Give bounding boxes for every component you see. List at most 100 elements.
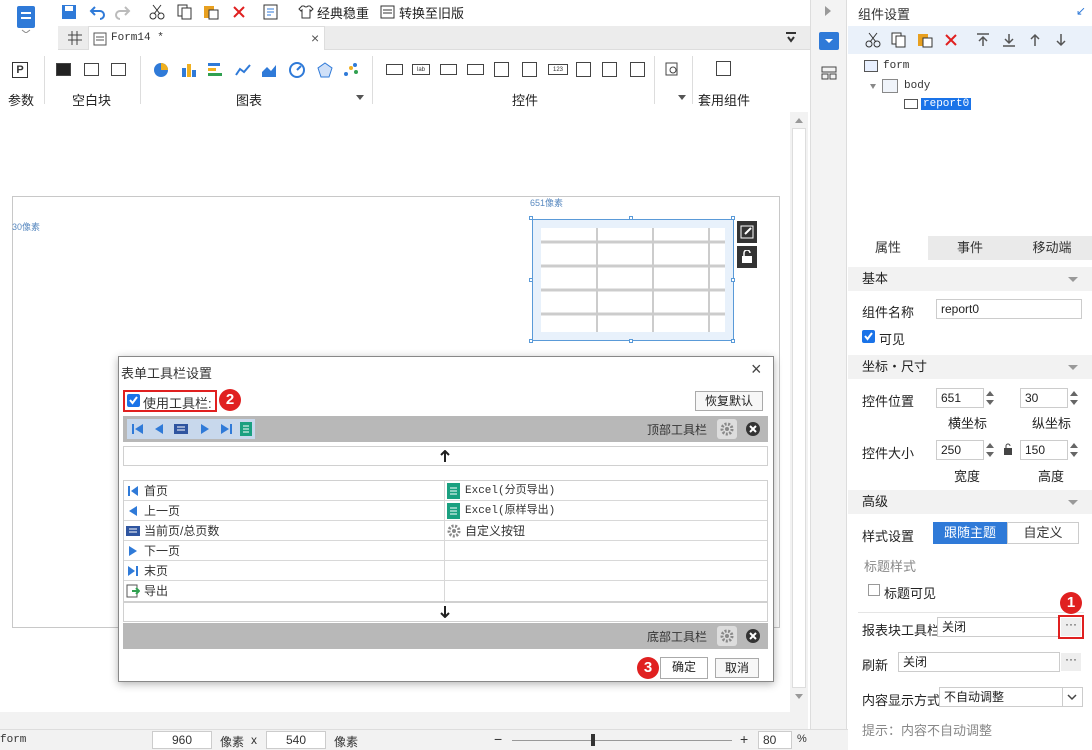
style-follow-theme-button[interactable]: 跟随主题	[933, 522, 1007, 544]
delete-icon[interactable]	[230, 3, 248, 21]
resize-handle[interactable]	[529, 339, 533, 343]
report-toolbar-edit-button[interactable]: ···	[1061, 618, 1081, 636]
list-item-prev-page[interactable]: 上一页	[124, 501, 444, 521]
controls-expand-icon[interactable]	[678, 95, 686, 100]
resize-handle[interactable]	[529, 278, 533, 282]
bar-chart-icon[interactable]	[180, 61, 198, 79]
report-widget[interactable]	[532, 219, 734, 341]
pin-icon[interactable]: ↙	[1076, 4, 1086, 18]
list-item-last-page[interactable]: 末页	[124, 561, 444, 581]
canvas-width-input[interactable]: 960	[152, 731, 212, 749]
list-item-custom-button[interactable]: 自定义按钮	[445, 521, 767, 541]
list-item-next-page[interactable]: 下一页	[124, 541, 444, 561]
tree-node-report0[interactable]: report0	[921, 98, 972, 110]
checkbox-group-icon[interactable]	[630, 62, 645, 77]
refresh-edit-button[interactable]: ···	[1061, 653, 1081, 671]
query-widget-icon[interactable]	[664, 61, 680, 77]
combo-widget-icon[interactable]	[467, 64, 484, 75]
section-basic[interactable]: 基本	[848, 267, 1092, 291]
save-icon[interactable]	[60, 3, 78, 21]
blank-block-grid-icon[interactable]	[111, 63, 126, 76]
move-up-row[interactable]	[123, 446, 768, 466]
bottom-toolbar-settings-icon[interactable]	[717, 626, 737, 646]
label-widget-icon[interactable]: lab	[412, 64, 430, 75]
cut-icon[interactable]	[148, 3, 166, 21]
zoom-input[interactable]: 80	[758, 731, 792, 749]
width-spinner[interactable]	[984, 440, 997, 460]
title-visible-checkbox[interactable]	[868, 584, 880, 596]
move-down-icon[interactable]	[1052, 31, 1070, 49]
section-coords[interactable]: 坐标・尺寸	[848, 355, 1092, 379]
copy-icon[interactable]	[176, 3, 194, 21]
edit-doc-icon[interactable]	[262, 3, 280, 21]
move-top-icon[interactable]	[974, 31, 992, 49]
delete-icon[interactable]	[942, 31, 960, 49]
widget-lock-icon[interactable]	[737, 246, 757, 268]
pie-chart-icon[interactable]	[152, 61, 170, 79]
ok-button[interactable]: 确定	[660, 657, 708, 679]
content-display-dropdown[interactable]	[1063, 687, 1083, 707]
lock-ratio-icon[interactable]	[1003, 442, 1013, 459]
visible-checkbox[interactable]	[862, 330, 875, 343]
cut-icon[interactable]	[864, 31, 882, 49]
bottom-toolbar-remove-icon[interactable]	[743, 626, 763, 646]
tab-properties[interactable]: 属性	[848, 236, 928, 260]
resize-handle[interactable]	[629, 216, 633, 220]
zoom-slider[interactable]	[512, 740, 732, 741]
zoom-in-icon[interactable]: +	[740, 731, 748, 747]
blank-block-split-icon[interactable]	[84, 63, 99, 76]
switch-old-version-button[interactable]: 转换至旧版	[380, 2, 464, 22]
grid-layout-icon[interactable]	[66, 29, 84, 47]
blank-block-icon[interactable]	[56, 63, 71, 76]
tree-node-form[interactable]: form	[883, 60, 909, 72]
canvas-height-input[interactable]: 540	[266, 731, 326, 749]
list-item-export[interactable]: 导出	[124, 581, 444, 601]
top-toolbar-remove-icon[interactable]	[743, 419, 763, 439]
tab-events[interactable]: 事件	[930, 236, 1010, 260]
gauge-chart-icon[interactable]	[288, 61, 306, 79]
move-down-row[interactable]	[123, 602, 768, 622]
list-item-excel-original[interactable]: Excel(原样导出)	[445, 501, 767, 521]
pos-x-input[interactable]: 651	[936, 388, 984, 408]
layout-tab-icon[interactable]	[819, 64, 839, 82]
top-toolbar-buttons[interactable]	[127, 419, 255, 439]
restore-default-button[interactable]: 恢复默认	[695, 391, 763, 411]
hbar-chart-icon[interactable]	[206, 61, 224, 79]
pos-y-spinner[interactable]	[1068, 388, 1081, 408]
move-up-icon[interactable]	[1026, 31, 1044, 49]
text-widget-icon[interactable]	[440, 64, 457, 75]
collapse-arrow-icon[interactable]	[825, 6, 831, 16]
height-spinner[interactable]	[1068, 440, 1081, 460]
tree-expand-icon[interactable]	[870, 84, 876, 89]
move-bottom-icon[interactable]	[1000, 31, 1018, 49]
paste-icon[interactable]	[202, 3, 220, 21]
widget-settings-tab-icon[interactable]	[819, 32, 839, 50]
parameter-icon[interactable]: P	[12, 62, 28, 78]
refresh-value[interactable]: 关闭	[898, 652, 1060, 672]
date-widget-icon[interactable]	[494, 62, 509, 77]
pos-x-spinner[interactable]	[984, 388, 997, 408]
tab-close-icon[interactable]: ×	[311, 30, 319, 46]
radar-chart-icon[interactable]	[316, 61, 334, 79]
number-widget-icon[interactable]: 123	[548, 64, 568, 75]
scroll-down-icon[interactable]	[795, 694, 803, 699]
list-item-page-count[interactable]: 当前页/总页数	[124, 521, 444, 541]
calendar-widget-icon[interactable]	[522, 62, 537, 77]
resize-handle[interactable]	[629, 339, 633, 343]
copy-icon[interactable]	[890, 31, 908, 49]
button-widget-icon[interactable]	[386, 64, 403, 75]
tab-mobile[interactable]: 移动端	[1012, 236, 1092, 260]
zoom-out-icon[interactable]: −	[494, 731, 502, 747]
paste-icon[interactable]	[916, 31, 934, 49]
name-input[interactable]: report0	[936, 299, 1082, 319]
section-advanced[interactable]: 高级	[848, 490, 1092, 514]
list-item-excel-page[interactable]: Excel(分页导出)	[445, 481, 767, 501]
scrollbar-thumb[interactable]	[792, 128, 806, 688]
resize-handle[interactable]	[731, 278, 735, 282]
tab-menu-icon[interactable]	[784, 30, 798, 44]
tree-node-body[interactable]: body	[904, 80, 930, 92]
scatter-chart-icon[interactable]	[342, 61, 360, 79]
resize-handle[interactable]	[731, 216, 735, 220]
resize-handle[interactable]	[529, 216, 533, 220]
zoom-slider-thumb[interactable]	[591, 734, 595, 746]
